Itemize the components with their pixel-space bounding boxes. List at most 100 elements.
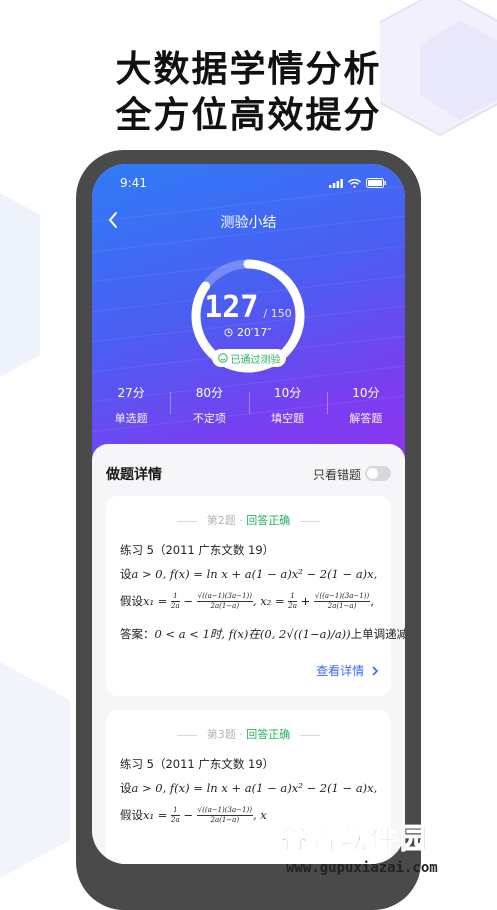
details-panel: 做题详情 只看错题 第2题 · 回答正确 练习 5（2011 广东文数 19） … (92, 444, 405, 864)
stat-fill-blank: 10分 填空题 (248, 384, 327, 426)
clock-icon (224, 328, 233, 337)
assume-prefix: 假设 (120, 808, 143, 822)
x2-lhs: , x (252, 808, 267, 822)
wifi-icon (348, 178, 361, 188)
fraction-den: 2a(1−a) (210, 816, 240, 824)
question-number: 第2题 (206, 514, 236, 527)
fraction: √((a−1)(3a−1)) 2a(1−a) (196, 806, 253, 825)
minus-sign: − (179, 808, 197, 822)
fraction-den: 2a(1−a) (210, 602, 240, 610)
fraction-den: 2a (171, 816, 180, 824)
answer-condition: 0 < a < 1时, f(x)在 (154, 627, 260, 641)
setup-math: a > 0, f(x) = ln x + a(1 − a)x² − 2(1 − … (131, 567, 378, 581)
passed-badge-label: 已通过测验 (230, 354, 281, 366)
question-card: 第2题 · 回答正确 练习 5（2011 广东文数 19） 设a > 0, f(… (106, 496, 405, 696)
phone-screen: 9:41 测验小结 127 / 150 20′17″ 已通过测验 27分 单选题… (92, 164, 405, 864)
trailing-comma: , (370, 594, 374, 608)
fraction: 1 2a (288, 592, 297, 611)
fraction-den: 2a (288, 602, 297, 610)
only-wrong-toggle[interactable] (365, 466, 391, 481)
divider (299, 734, 320, 736)
question-result: 回答正确 (246, 514, 291, 527)
question-answer: 答案：0 < a < 1时, f(x)在(0, 2√((1−a)/a))上单调递… (120, 626, 405, 642)
answer-suffix: 上单调递减, (350, 627, 405, 641)
question-setup: 设a > 0, f(x) = ln x + a(1 − a)x² − 2(1 −… (120, 780, 377, 796)
battery-icon (366, 178, 386, 188)
stat-single-choice: 27分 单选题 (92, 384, 170, 426)
summary-header: 9:41 测验小结 127 / 150 20′17″ 已通过测验 27分 单选题… (92, 164, 405, 464)
status-bar: 9:41 (92, 176, 405, 192)
plus-sign: + (296, 594, 314, 608)
setup-prefix: 设 (120, 781, 132, 795)
question-source: 练习 5（2011 广东文数 19） (120, 543, 275, 557)
details-title: 做题详情 (106, 467, 162, 483)
score-breakdown: 27分 单选题 80分 不定项 10分 填空题 10分 解答题 (92, 384, 405, 426)
watermark-url: www.gupuxiazai.com (286, 860, 438, 876)
divider (177, 520, 198, 522)
fraction: 1 2a (171, 592, 180, 611)
stat-label: 单选题 (114, 412, 148, 425)
question-header: 第2题 · 回答正确 (106, 512, 391, 528)
setup-prefix: 设 (120, 567, 132, 581)
stat-value: 10分 (352, 386, 380, 400)
chevron-right-icon (372, 666, 379, 676)
stat-solution: 10分 解答题 (326, 384, 405, 426)
question-source: 练习 5（2011 广东文数 19） (120, 757, 275, 771)
fraction-num: √((a−1)(3a−1)) (196, 592, 253, 602)
fraction-den: 2a (171, 602, 180, 610)
watermark: 谷普软件园 www.gupuxiazai.com (268, 820, 497, 883)
details-header: 做题详情 只看错题 (106, 464, 391, 484)
answer-prefix: 答案： (120, 627, 155, 641)
stat-value: 27分 (117, 386, 145, 400)
stat-multiple-choice: 80分 不定项 (170, 384, 248, 426)
time-used-value: 20′17″ (236, 326, 272, 339)
view-details-label: 查看详情 (316, 664, 365, 678)
question-header: 第3题 · 回答正确 (106, 726, 391, 742)
nav-bar: 测验小结 (92, 208, 405, 232)
answer-interval: (0, 2√((1−a)/a)) (259, 627, 351, 641)
signal-icon (329, 178, 343, 188)
assume-prefix: 假设 (120, 594, 143, 608)
setup-math: a > 0, f(x) = ln x + a(1 − a)x² − 2(1 − … (131, 781, 378, 795)
fraction-num: 1 (171, 806, 180, 816)
stat-value: 10分 (273, 386, 302, 400)
headline-line-2: 全方位高效提分 (115, 95, 382, 136)
question-result: 回答正确 (246, 728, 291, 741)
score-value: 127 (204, 290, 259, 325)
x1-lhs: x₁ = (143, 808, 172, 822)
stat-label: 不定项 (192, 412, 226, 425)
fraction-den: 2a(1−a) (327, 602, 357, 610)
fraction-num: 1 (288, 592, 297, 602)
fraction-num: √((a−1)(3a−1)) (196, 806, 253, 816)
smile-icon (217, 353, 228, 363)
fraction-num: √((a−1)(3a−1)) (313, 592, 371, 602)
status-time: 9:41 (120, 176, 147, 190)
stat-value: 80分 (195, 386, 224, 400)
only-wrong-label: 只看错题 (312, 468, 361, 482)
page-title: 测验小结 (220, 215, 277, 231)
toggle-knob (367, 468, 378, 479)
fraction-num: 1 (171, 592, 180, 602)
score-display: 127 / 150 (188, 290, 308, 325)
time-used: 20′17″ (188, 326, 308, 339)
stat-label: 解答题 (349, 412, 383, 425)
watermark-title: 谷普软件园 (279, 822, 431, 856)
fraction: √((a−1)(3a−1)) 2a(1−a) (196, 592, 253, 611)
question-number: 第3题 (206, 728, 236, 741)
question-assumption: 假设x₁ = 1 2a − √((a−1)(3a−1)) 2a(1−a), x (120, 806, 267, 825)
stat-label: 填空题 (271, 412, 305, 425)
divider (299, 520, 320, 522)
passed-badge: 已通过测验 (212, 349, 286, 367)
divider (177, 734, 198, 736)
minus-sign: − (179, 594, 197, 608)
headline-line-1: 大数据学情分析 (115, 49, 382, 90)
x1-lhs: x₁ = (143, 594, 172, 608)
fraction: 1 2a (171, 806, 180, 825)
view-details-link[interactable]: 查看详情 (316, 662, 379, 679)
fraction: √((a−1)(3a−1)) 2a(1−a) (313, 592, 371, 611)
x2-lhs: , x₂ = (252, 594, 289, 608)
question-assumption: 假设x₁ = 1 2a − √((a−1)(3a−1)) 2a(1−a), x₂ =… (120, 592, 374, 611)
separator: · (239, 514, 243, 527)
question-setup: 设a > 0, f(x) = ln x + a(1 − a)x² − 2(1 −… (120, 566, 377, 582)
separator: · (239, 728, 243, 741)
